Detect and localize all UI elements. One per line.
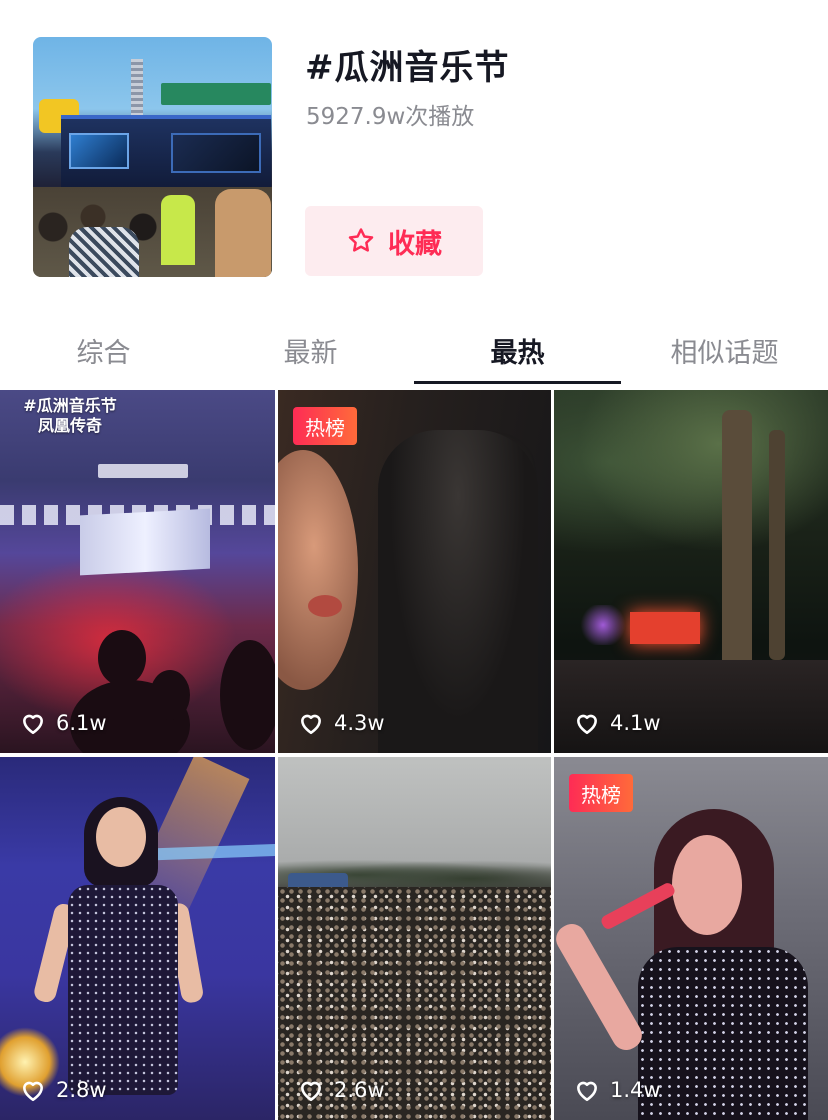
heart-outline-icon (23, 1081, 43, 1102)
tree-trunk (769, 430, 785, 660)
crowd-person (69, 227, 139, 277)
video-thumbnail (0, 757, 275, 1120)
crowd-head (220, 640, 275, 750)
video-card[interactable]: 4.1w (554, 390, 828, 753)
performer (378, 430, 538, 753)
tab-latest[interactable]: 最新 (207, 318, 414, 382)
video-card[interactable]: 2.6w (278, 757, 551, 1120)
caption-line: #瓜洲音乐节 (23, 396, 117, 415)
like-count-text: 1.4w (610, 1078, 661, 1102)
video-caption: #瓜洲音乐节 凤凰传奇 (0, 396, 140, 436)
video-card[interactable]: 热榜 4.3w (278, 390, 551, 753)
star-outline-icon (348, 228, 374, 252)
heart-outline-icon (301, 714, 321, 735)
video-grid: #瓜洲音乐节 凤凰传奇 6.1w 热榜 4.3w 4.1w 2.8w 2.6w … (0, 390, 828, 1120)
like-count-text: 6.1w (56, 711, 107, 735)
like-count: 1.4w (574, 1078, 661, 1102)
tab-bar: 综合 最新 最热 相似话题 (0, 318, 828, 388)
stage-screen-left (69, 133, 129, 169)
like-count: 4.1w (574, 711, 661, 735)
stage-screen (630, 612, 700, 644)
crowd-head (98, 630, 146, 686)
video-thumbnail (0, 390, 275, 753)
like-count: 2.6w (298, 1078, 385, 1102)
heart-outline-icon (301, 1081, 321, 1102)
like-count: 6.1w (20, 711, 107, 735)
crowd-person (161, 195, 195, 265)
video-card[interactable]: 热榜 1.4w (554, 757, 828, 1120)
favorite-label: 收藏 (388, 228, 442, 260)
fan-face (278, 450, 358, 690)
tree-trunk (722, 410, 752, 670)
tab-comprehensive[interactable]: 综合 (0, 318, 207, 382)
stage-banner (161, 83, 271, 105)
crowd (554, 660, 828, 753)
play-count: 5927.9w次播放 (306, 104, 475, 130)
crowd-person (215, 189, 271, 277)
like-count-text: 4.3w (334, 711, 385, 735)
singer-face (96, 807, 146, 867)
stage-screen (80, 508, 210, 576)
heart-outline-icon (23, 714, 43, 735)
singer-dress (638, 947, 808, 1120)
heart-outline-icon (577, 1081, 597, 1102)
fan-mouth (308, 595, 342, 617)
crowd-head (150, 670, 190, 720)
heart-outline-icon (577, 714, 597, 735)
topic-cover-image[interactable] (33, 37, 272, 277)
stage-light (578, 605, 628, 645)
video-thumbnail (278, 757, 551, 1120)
like-count: 2.8w (20, 1078, 107, 1102)
video-card[interactable]: 2.8w (0, 757, 275, 1120)
like-count-text: 2.8w (56, 1078, 107, 1102)
stage-sign (98, 464, 188, 478)
singer-arm (554, 918, 647, 1056)
like-count-text: 2.6w (334, 1078, 385, 1102)
video-thumbnail (554, 390, 828, 753)
stage-screen-right (171, 133, 261, 173)
favorite-button[interactable]: 收藏 (305, 206, 483, 276)
tab-hottest[interactable]: 最热 (414, 318, 621, 384)
like-count-text: 4.1w (610, 711, 661, 735)
singer-dress (68, 885, 178, 1095)
topic-header: #瓜洲音乐节 5927.9w次播放 收藏 (0, 0, 828, 300)
tree-foliage (554, 390, 828, 570)
video-card[interactable]: #瓜洲音乐节 凤凰传奇 6.1w (0, 390, 275, 753)
tab-similar-topics[interactable]: 相似话题 (621, 318, 828, 382)
caption-line: 凤凰传奇 (37, 416, 102, 435)
hot-list-badge: 热榜 (569, 774, 633, 812)
like-count: 4.3w (298, 711, 385, 735)
hot-list-badge: 热榜 (293, 407, 357, 445)
singer-face (672, 835, 742, 935)
topic-title: #瓜洲音乐节 (305, 48, 510, 88)
